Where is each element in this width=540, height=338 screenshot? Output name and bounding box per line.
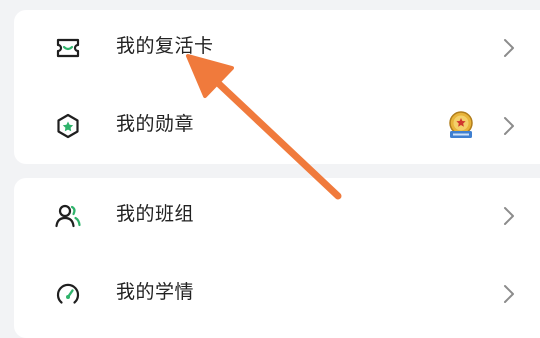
medal-badge-icon [449, 111, 473, 138]
menu-item-class-group[interactable]: 我的班组 [14, 178, 540, 254]
ticket-icon [56, 38, 80, 58]
menu-item-learning-status[interactable]: 我的学情 [14, 256, 540, 332]
chevron-right-icon [504, 207, 514, 225]
menu-item-medals[interactable]: 我的勋章 [14, 88, 540, 164]
group-users-icon [55, 204, 81, 228]
chevron-right-icon [504, 285, 514, 303]
menu-card-2: 我的班组 我的学情 [14, 178, 540, 338]
menu-item-label: 我的班组 [116, 203, 195, 225]
gauge-icon [56, 283, 80, 304]
chevron-right-icon [504, 39, 514, 57]
menu-item-label: 我的复活卡 [116, 35, 214, 57]
menu-item-label: 我的学情 [116, 281, 195, 303]
chevron-right-icon [504, 117, 514, 135]
menu-item-label: 我的勋章 [116, 113, 195, 135]
menu-item-revive-card[interactable]: 我的复活卡 [14, 10, 540, 86]
menu-card-1: 我的复活卡 我的勋章 [14, 10, 540, 164]
hexagon-medal-icon [57, 113, 79, 139]
